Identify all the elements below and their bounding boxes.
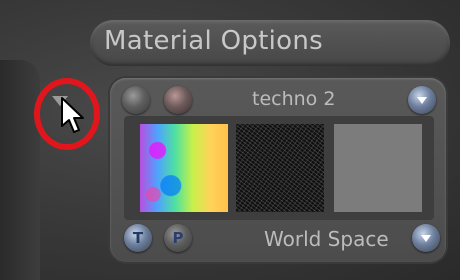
p-button[interactable]: P — [164, 224, 192, 252]
texture-thumbnail-gradient[interactable] — [140, 124, 228, 212]
material-dropdown-button[interactable] — [408, 86, 436, 114]
space-mode-label: World Space — [264, 227, 389, 251]
page-title: Material Options — [104, 26, 324, 56]
material-slot-button-2[interactable] — [164, 86, 192, 114]
cursor-arrow-icon — [61, 97, 84, 133]
material-slot-button-1[interactable] — [122, 86, 150, 114]
t-button-glyph: T — [132, 229, 144, 247]
t-button[interactable]: T — [124, 224, 152, 252]
texture-thumbnail-noise[interactable] — [236, 124, 324, 212]
dropdown-triangle-icon — [417, 97, 427, 104]
dropdown-triangle-icon — [421, 235, 431, 242]
p-button-glyph: P — [172, 229, 184, 247]
material-name-label: techno 2 — [252, 88, 336, 110]
texture-thumbnail-flat[interactable] — [334, 124, 422, 212]
left-rail — [0, 60, 40, 280]
space-mode-dropdown-button[interactable] — [412, 224, 440, 252]
